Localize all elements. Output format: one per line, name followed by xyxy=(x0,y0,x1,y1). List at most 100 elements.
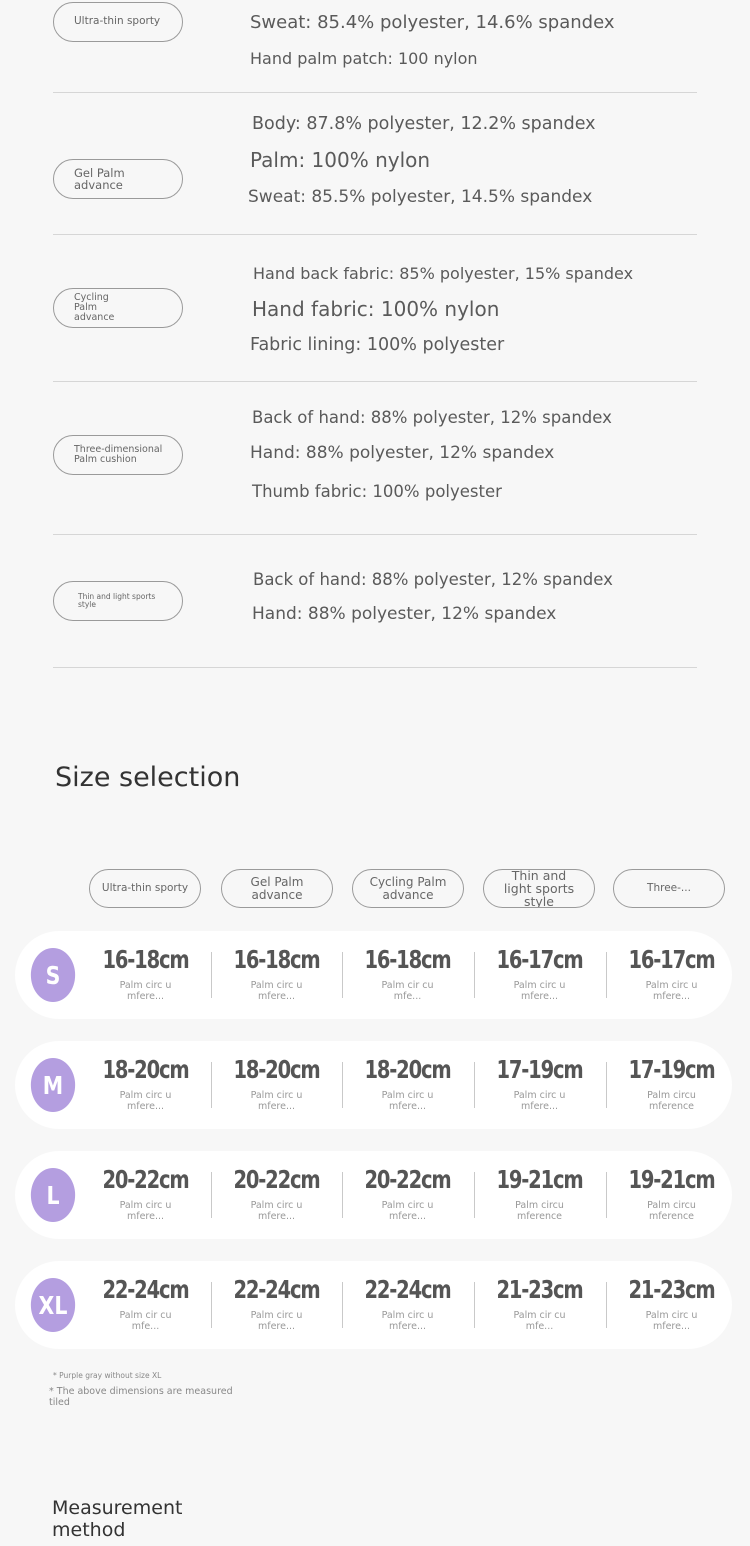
size-range: 16-17cm xyxy=(628,945,715,974)
size-selection-title: Size selection xyxy=(55,762,241,793)
size-cell: 16-17cm Palm circ umfere... xyxy=(606,931,737,1019)
material-name: Ultra-thin sporty xyxy=(74,15,161,28)
size-measure-label: Palm circ umfere... xyxy=(645,1310,698,1333)
size-cell: 16-18cm Palm circ umfere... xyxy=(211,931,342,1019)
size-range: 17-19cm xyxy=(496,1055,583,1084)
material-pill-cycling-palm[interactable]: Cycling Palm advance xyxy=(53,288,183,328)
size-measure-label: Palm circ umfere... xyxy=(119,1200,172,1223)
material-pill-ultra-thin[interactable]: Ultra-thin sporty xyxy=(53,2,183,42)
size-column-label: Three-... xyxy=(647,881,691,894)
size-measure-label: Palm circ umfere... xyxy=(250,1200,303,1223)
material-spec-line: Thumb fabric: 100% polyester xyxy=(252,482,502,501)
material-row-ultra-thin: Ultra-thin sporty Sweat: 85.4% polyester… xyxy=(53,0,697,93)
size-measure-label: Palm circ umfere... xyxy=(381,1310,434,1333)
material-spec-line: Hand palm patch: 100 nylon xyxy=(250,49,478,68)
size-range: 22-24cm xyxy=(233,1275,320,1304)
material-spec-line: Back of hand: 88% polyester, 12% spandex xyxy=(253,570,613,589)
size-cell: 22-24cm Palm circ umfere... xyxy=(342,1261,473,1349)
size-cell: 18-20cm Palm circ umfere... xyxy=(342,1041,473,1129)
size-cell: 17-19cm Palm circ umfere... xyxy=(474,1041,605,1129)
material-spec-line: Sweat: 85.4% polyester, 14.6% spandex xyxy=(250,12,615,33)
size-cell: 19-21cm Palm circu mference xyxy=(606,1151,737,1239)
material-spec-line: Sweat: 85.5% polyester, 14.5% spandex xyxy=(248,187,593,207)
size-range: 20-22cm xyxy=(233,1165,320,1194)
size-cell: 20-22cm Palm circ umfere... xyxy=(211,1151,342,1239)
size-range: 20-22cm xyxy=(102,1165,189,1194)
material-spec-line: Back of hand: 88% polyester, 12% spandex xyxy=(252,408,612,427)
size-column-ultra-thin[interactable]: Ultra-thin sporty xyxy=(89,869,201,908)
size-measure-label: Palm cir cumfe... xyxy=(119,1310,172,1333)
size-measure-label: Palm circu mference xyxy=(647,1200,696,1223)
size-cell: 16-18cm Palm circ umfere... xyxy=(80,931,211,1019)
size-cell: 18-20cm Palm circ umfere... xyxy=(80,1041,211,1129)
material-spec-line: Fabric lining: 100% polyester xyxy=(250,335,505,355)
size-row-l: L 20-22cm Palm circ umfere... 20-22cm Pa… xyxy=(15,1151,732,1239)
size-range: 21-23cm xyxy=(628,1275,715,1304)
size-measure-label: Palm circu mference xyxy=(515,1200,564,1223)
material-row-thin-light: Thin and light sports style Back of hand… xyxy=(53,535,697,668)
material-pill-gel-palm[interactable]: Gel Palm advance xyxy=(53,159,183,199)
size-range: 16-18cm xyxy=(364,945,451,974)
size-column-gel-palm[interactable]: Gel Palm advance xyxy=(221,869,333,908)
size-range: 22-24cm xyxy=(364,1275,451,1304)
size-column-label: Thin and light sports style xyxy=(503,869,575,908)
material-row-three-dimensional: Three-dimensional Palm cushion Back of h… xyxy=(53,382,697,535)
size-cell: 22-24cm Palm circ umfere... xyxy=(211,1261,342,1349)
size-cell: 16-17cm Palm circ umfere... xyxy=(474,931,605,1019)
size-row-xl: XL 22-24cm Palm cir cumfe... 22-24cm Pal… xyxy=(15,1261,732,1349)
size-column-label: Cycling Palm advance xyxy=(369,874,447,902)
size-measure-label: Palm circ umfere... xyxy=(513,980,566,1003)
size-measure-label: Palm circ umfere... xyxy=(381,1200,434,1223)
material-spec-line: Hand back fabric: 85% polyester, 15% spa… xyxy=(253,264,634,283)
size-measure-label: Palm cir cumfe... xyxy=(513,1310,566,1333)
size-measure-label: Palm circ umfere... xyxy=(119,980,172,1003)
size-range: 18-20cm xyxy=(102,1055,189,1084)
size-measure-label: Palm circ umfere... xyxy=(250,980,303,1003)
material-name: Thin and light sports style xyxy=(78,592,156,609)
size-range: 21-23cm xyxy=(496,1275,583,1304)
size-measure-label: Palm circ umfere... xyxy=(250,1310,303,1333)
size-badge: M xyxy=(30,1058,76,1112)
size-cell: 20-22cm Palm circ umfere... xyxy=(80,1151,211,1239)
size-cell: 21-23cm Palm circ umfere... xyxy=(606,1261,737,1349)
size-measure-label: Palm circ umfere... xyxy=(513,1090,566,1113)
size-cell: 22-24cm Palm cir cumfe... xyxy=(80,1261,211,1349)
size-range: 16-17cm xyxy=(496,945,583,974)
size-column-label: Ultra-thin sporty xyxy=(101,881,189,894)
material-name: Cycling Palm advance xyxy=(74,292,115,323)
size-cell: 18-20cm Palm circ umfere... xyxy=(211,1041,342,1129)
size-range: 18-20cm xyxy=(233,1055,320,1084)
size-column-label: Gel Palm advance xyxy=(250,874,304,902)
material-spec-line: Hand: 88% polyester, 12% spandex xyxy=(250,443,555,463)
size-measure-label: Palm circ umfere... xyxy=(381,1090,434,1113)
size-row-m: M 18-20cm Palm circ umfere... 18-20cm Pa… xyxy=(15,1041,732,1129)
size-column-cycling-palm[interactable]: Cycling Palm advance xyxy=(352,869,464,908)
size-measure-label: Palm cir cumfe... xyxy=(381,980,434,1003)
size-cell: 17-19cm Palm circu mference xyxy=(606,1041,737,1129)
size-cell: 19-21cm Palm circu mference xyxy=(474,1151,605,1239)
size-column-three-dimensional[interactable]: Three-... xyxy=(613,869,725,908)
material-row-gel-palm: Gel Palm advance Body: 87.8% polyester, … xyxy=(53,93,697,235)
material-row-cycling-palm: Cycling Palm advance Hand back fabric: 8… xyxy=(53,235,697,382)
material-pill-three-dimensional[interactable]: Three-dimensional Palm cushion xyxy=(53,435,183,475)
size-range: 16-18cm xyxy=(233,945,320,974)
material-name: Three-dimensional Palm cushion xyxy=(74,444,163,465)
measurement-method-title: Measurement method xyxy=(52,1497,183,1541)
size-column-thin-light[interactable]: Thin and light sports style xyxy=(483,869,595,908)
size-cell: 21-23cm Palm cir cumfe... xyxy=(474,1261,605,1349)
size-row-s: S 16-18cm Palm circ umfere... 16-18cm Pa… xyxy=(15,931,732,1019)
size-range: 19-21cm xyxy=(496,1165,583,1194)
size-range: 17-19cm xyxy=(628,1055,715,1084)
size-badge: S xyxy=(30,948,76,1002)
size-range: 18-20cm xyxy=(364,1055,451,1084)
material-pill-thin-light[interactable]: Thin and light sports style xyxy=(53,581,183,621)
material-spec-line: Palm: 100% nylon xyxy=(250,148,431,172)
size-range: 19-21cm xyxy=(628,1165,715,1194)
size-badge: XL xyxy=(30,1278,76,1332)
size-range: 22-24cm xyxy=(102,1275,189,1304)
size-measure-label: Palm circ umfere... xyxy=(119,1090,172,1113)
material-name: Gel Palm advance xyxy=(74,165,125,192)
material-spec-line: Body: 87.8% polyester, 12.2% spandex xyxy=(252,114,596,134)
size-range: 16-18cm xyxy=(102,945,189,974)
size-note-measurement: * The above dimensions are measured tile… xyxy=(49,1386,233,1408)
